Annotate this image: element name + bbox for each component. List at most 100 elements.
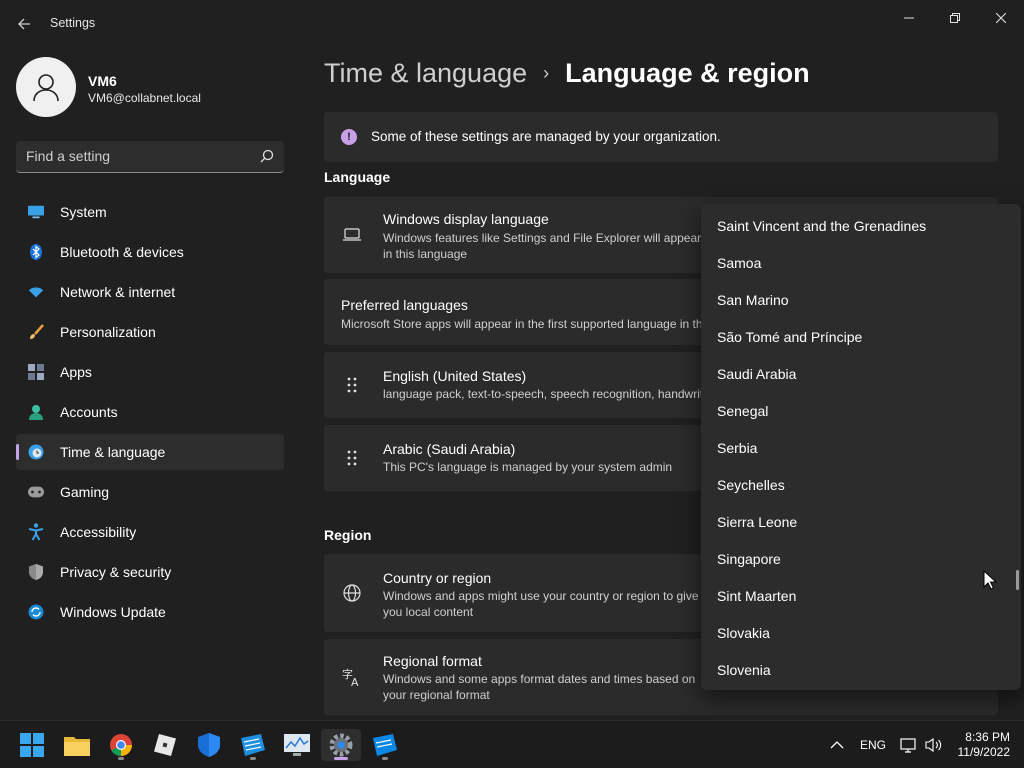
sidebar-item-personalization[interactable]: Personalization bbox=[16, 314, 284, 350]
title-bar: Settings bbox=[0, 0, 1024, 48]
dropdown-option[interactable]: San Marino bbox=[717, 292, 789, 308]
gaming-icon bbox=[28, 484, 44, 500]
system-icon bbox=[28, 204, 44, 220]
sidebar-item-label: Bluetooth & devices bbox=[60, 244, 184, 260]
dropdown-option[interactable]: Seychelles bbox=[717, 477, 785, 493]
remote-desktop-icon bbox=[373, 734, 397, 756]
clock[interactable]: 8:36 PM 11/9/2022 bbox=[950, 730, 1011, 760]
close-icon bbox=[996, 13, 1006, 23]
network-status-button[interactable] bbox=[900, 721, 918, 768]
show-hidden-icons-button[interactable] bbox=[830, 721, 844, 768]
dropdown-option[interactable]: Serbia bbox=[717, 440, 757, 456]
taskbar-roblox[interactable] bbox=[145, 729, 185, 761]
dropdown-option[interactable]: Sierra Leone bbox=[717, 514, 797, 530]
drag-handle-icon[interactable] bbox=[342, 448, 362, 468]
sidebar-item-gaming[interactable]: Gaming bbox=[16, 474, 284, 510]
country-dropdown-list[interactable]: Saint Vincent and the Grenadines Samoa S… bbox=[701, 204, 1021, 690]
user-profile[interactable]: VM6 VM6@collabnet.local bbox=[16, 57, 201, 117]
minimize-icon bbox=[904, 17, 914, 19]
sidebar-item-label: Privacy & security bbox=[60, 564, 172, 580]
time-language-icon bbox=[28, 444, 44, 460]
taskbar-defender[interactable] bbox=[189, 729, 229, 761]
running-indicator bbox=[334, 757, 348, 760]
start-button[interactable] bbox=[12, 729, 52, 761]
taskbar-monitor[interactable] bbox=[277, 729, 317, 761]
dropdown-option[interactable]: Saudi Arabia bbox=[717, 366, 796, 382]
clock-date: 11/9/2022 bbox=[957, 745, 1011, 759]
managed-info-bar: ! Some of these settings are managed by … bbox=[324, 112, 998, 162]
bluetooth-icon bbox=[28, 244, 44, 260]
avatar bbox=[16, 57, 76, 117]
dropdown-option[interactable]: Slovakia bbox=[717, 625, 770, 641]
sidebar-item-network[interactable]: Network & internet bbox=[16, 274, 284, 310]
dropdown-scrollbar[interactable] bbox=[1016, 570, 1019, 590]
sidebar-item-windows-update[interactable]: Windows Update bbox=[16, 594, 284, 630]
running-indicator bbox=[118, 757, 124, 760]
sidebar-item-label: Windows Update bbox=[60, 604, 166, 620]
arabic-desc: This PC's language is managed by your sy… bbox=[383, 460, 673, 474]
sidebar-item-label: Accounts bbox=[60, 404, 118, 420]
sidebar-nav: System Bluetooth & devices Network & int… bbox=[16, 194, 284, 634]
sidebar-item-privacy[interactable]: Privacy & security bbox=[16, 554, 284, 590]
sidebar-item-apps[interactable]: Apps bbox=[16, 354, 284, 390]
monitor-icon bbox=[284, 734, 310, 756]
svg-text:A: A bbox=[351, 676, 359, 687]
preferred-languages-title: Preferred languages bbox=[341, 297, 468, 313]
input-language-indicator[interactable]: ENG bbox=[860, 721, 886, 768]
dropdown-option[interactable]: Samoa bbox=[717, 255, 761, 271]
dropdown-option[interactable]: Singapore bbox=[717, 551, 781, 567]
start-icon bbox=[20, 733, 44, 757]
taskbar-settings[interactable] bbox=[321, 729, 361, 761]
search-input[interactable] bbox=[26, 148, 246, 164]
close-button[interactable] bbox=[978, 4, 1024, 32]
sidebar-item-label: Apps bbox=[60, 364, 92, 380]
sidebar-item-bluetooth[interactable]: Bluetooth & devices bbox=[16, 234, 284, 270]
taskbar-file-explorer[interactable] bbox=[57, 729, 97, 761]
back-button[interactable] bbox=[10, 12, 38, 36]
dropdown-option[interactable]: Slovenia bbox=[717, 662, 771, 678]
language-heading: Language bbox=[324, 169, 391, 185]
roblox-icon bbox=[154, 734, 176, 756]
volume-button[interactable] bbox=[925, 721, 943, 768]
english-desc: language pack, text-to-speech, speech re… bbox=[383, 387, 790, 401]
sidebar-item-time-language[interactable]: Time & language bbox=[16, 434, 284, 470]
taskbar: ENG 8:36 PM 11/9/2022 bbox=[0, 720, 1024, 768]
chrome-icon bbox=[110, 734, 132, 756]
info-text: Some of these settings are managed by yo… bbox=[371, 129, 721, 144]
sidebar-item-accessibility[interactable]: Accessibility bbox=[16, 514, 284, 550]
azure-icon bbox=[241, 734, 265, 756]
dropdown-option[interactable]: Saint Vincent and the Grenadines bbox=[717, 218, 926, 234]
minimize-button[interactable] bbox=[886, 4, 932, 32]
regional-format-desc: Windows and some apps format dates and t… bbox=[383, 672, 696, 702]
shield-icon bbox=[28, 564, 44, 580]
dropdown-option[interactable]: Sint Maarten bbox=[717, 588, 796, 604]
search-box[interactable] bbox=[16, 141, 284, 173]
volume-icon bbox=[925, 737, 942, 753]
search-icon bbox=[260, 149, 274, 163]
accounts-icon bbox=[28, 404, 44, 420]
update-icon bbox=[28, 604, 44, 620]
sidebar-item-label: System bbox=[60, 204, 107, 220]
running-indicator bbox=[250, 757, 256, 760]
breadcrumb: Time & language › Language & region bbox=[324, 58, 810, 89]
brush-icon bbox=[28, 324, 44, 340]
user-email: VM6@collabnet.local bbox=[88, 91, 201, 105]
wifi-icon bbox=[28, 284, 44, 300]
regional-format-title: Regional format bbox=[383, 653, 482, 669]
english-title: English (United States) bbox=[383, 368, 527, 384]
sidebar-item-accounts[interactable]: Accounts bbox=[16, 394, 284, 430]
taskbar-remote-desktop[interactable] bbox=[365, 729, 405, 761]
dropdown-option[interactable]: São Tomé and Príncipe bbox=[717, 329, 862, 345]
dropdown-option[interactable]: Senegal bbox=[717, 403, 768, 419]
sidebar-item-system[interactable]: System bbox=[16, 194, 284, 230]
restore-button[interactable] bbox=[932, 4, 978, 32]
back-arrow-icon bbox=[18, 18, 30, 30]
breadcrumb-parent[interactable]: Time & language bbox=[324, 58, 527, 89]
region-heading: Region bbox=[324, 527, 372, 543]
page-title: Language & region bbox=[565, 58, 810, 88]
taskbar-azure[interactable] bbox=[233, 729, 273, 761]
drag-handle-icon[interactable] bbox=[342, 375, 362, 395]
taskbar-chrome[interactable] bbox=[101, 729, 141, 761]
accessibility-icon bbox=[28, 523, 44, 541]
apps-icon bbox=[28, 364, 44, 380]
